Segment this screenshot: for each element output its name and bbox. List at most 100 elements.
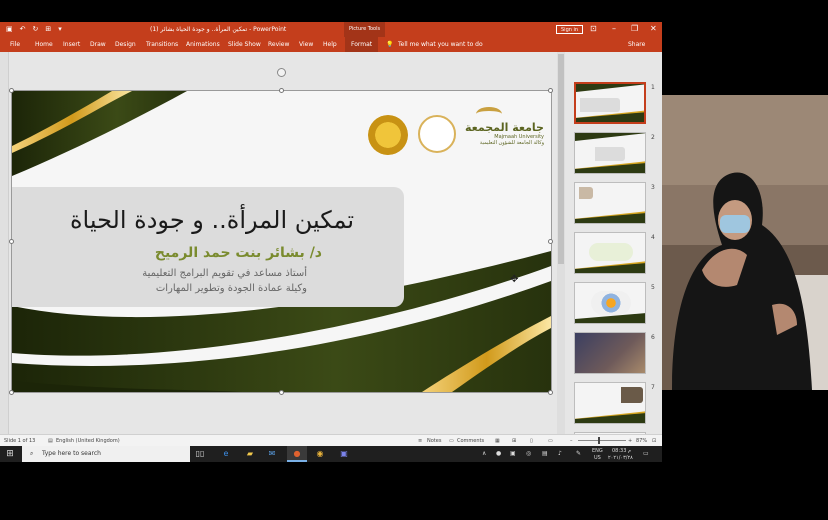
thumbnail-5[interactable]: 5 bbox=[566, 282, 662, 326]
clock-date[interactable]: ٢٠٢١/٠٣/٢٨ bbox=[608, 455, 633, 461]
taskbar-search[interactable]: ⌕ Type here to search bbox=[22, 446, 190, 462]
teams-icon[interactable]: ▣ bbox=[338, 448, 350, 460]
chevron-up-icon[interactable]: ∧ bbox=[482, 450, 486, 457]
ribbon-display-icon[interactable]: ⊡ bbox=[590, 24, 597, 33]
undo-icon[interactable]: ↶ bbox=[20, 25, 26, 33]
volume-icon[interactable]: ♪ bbox=[558, 450, 562, 457]
thumbnail-3[interactable]: 3 bbox=[566, 182, 662, 226]
slide-thumbnails-pane[interactable]: 1 2 3 4 5 6 7 8 bbox=[566, 52, 662, 434]
resize-handle[interactable] bbox=[279, 390, 284, 395]
powerpoint-window: ▣ ↶ ↻ ⊞ ▾ تمكين المرأة.. و جودة الحياة ب… bbox=[0, 22, 662, 446]
share-button[interactable]: Share bbox=[628, 41, 645, 48]
thumbnail-4[interactable]: 4 bbox=[566, 232, 662, 276]
save-icon[interactable]: ▣ bbox=[6, 25, 13, 33]
input-region[interactable]: US bbox=[594, 455, 601, 461]
tab-draw[interactable]: Draw bbox=[90, 41, 106, 48]
tab-insert[interactable]: Insert bbox=[63, 41, 80, 48]
thumbnail-image[interactable] bbox=[574, 232, 646, 274]
thumbnail-number: 7 bbox=[651, 384, 655, 391]
emblem-logo bbox=[368, 115, 408, 155]
sign-in-button[interactable]: Sign in bbox=[556, 25, 584, 34]
zoom-out-icon[interactable]: – bbox=[570, 438, 573, 444]
fit-slide-icon[interactable]: ⊡ bbox=[652, 438, 656, 444]
resize-handle[interactable] bbox=[548, 239, 553, 244]
move-cursor-icon: ✥ bbox=[510, 274, 519, 285]
comments-icon[interactable]: ▭ bbox=[449, 438, 454, 444]
maximize-icon[interactable]: ❐ bbox=[631, 24, 638, 33]
status-bar: Slide 1 of 13 ▤ English (United Kingdom)… bbox=[0, 434, 662, 446]
slide-canvas[interactable]: تمكين المرأة.. و جودة الحياة د/ بشائر بن… bbox=[11, 90, 552, 393]
tab-design[interactable]: Design bbox=[115, 41, 136, 48]
tab-slide-show[interactable]: Slide Show bbox=[228, 41, 261, 48]
tab-animations[interactable]: Animations bbox=[186, 41, 220, 48]
resize-handle[interactable] bbox=[9, 239, 14, 244]
resize-handle[interactable] bbox=[548, 390, 553, 395]
windows-start-icon[interactable]: ⊞ bbox=[4, 448, 16, 460]
tell-me-search[interactable]: Tell me what you want to do bbox=[398, 41, 483, 48]
close-icon[interactable]: ✕ bbox=[650, 24, 657, 33]
notes-icon[interactable]: ≡ bbox=[418, 438, 422, 444]
zoom-slider[interactable] bbox=[578, 437, 626, 444]
powerpoint-icon[interactable]: ● bbox=[291, 448, 303, 460]
slideshow-icon[interactable]: ▭ bbox=[548, 438, 553, 444]
thumbnail-image[interactable] bbox=[574, 282, 646, 324]
microphone-icon[interactable]: ● bbox=[496, 450, 501, 457]
pen-icon[interactable]: ✎ bbox=[576, 450, 581, 457]
vertical-ruler bbox=[0, 52, 9, 434]
slide-title[interactable]: تمكين المرأة.. و جودة الحياة bbox=[42, 206, 382, 234]
zoom-in-icon[interactable]: + bbox=[628, 438, 632, 444]
spellcheck-icon[interactable]: ▤ bbox=[48, 438, 53, 444]
thumbnail-7[interactable]: 7 bbox=[566, 382, 662, 426]
clock-time[interactable]: 08:33 م bbox=[612, 448, 631, 454]
thumbnail-image[interactable] bbox=[574, 382, 646, 424]
thumbnail-image[interactable] bbox=[574, 82, 646, 124]
tab-review[interactable]: Review bbox=[268, 41, 289, 48]
sync-icon[interactable]: ◎ bbox=[526, 450, 531, 457]
comments-button[interactable]: Comments bbox=[457, 438, 484, 444]
zoom-level[interactable]: 87% bbox=[636, 438, 647, 444]
mail-icon[interactable]: ✉ bbox=[266, 448, 278, 460]
file-explorer-icon[interactable]: ▰ bbox=[244, 448, 256, 460]
normal-view-icon[interactable]: ▦ bbox=[495, 438, 500, 444]
tab-help[interactable]: Help bbox=[323, 41, 337, 48]
search-icon: ⌕ bbox=[30, 450, 34, 457]
resize-handle[interactable] bbox=[279, 88, 284, 93]
thumbnail-6[interactable]: 6 bbox=[566, 332, 662, 376]
thumbnail-image[interactable] bbox=[574, 332, 646, 374]
presenter-role[interactable]: أستاذ مساعد في تقويم البرامج التعليمية و… bbox=[52, 266, 307, 296]
language-indicator[interactable]: English (United Kingdom) bbox=[56, 438, 120, 444]
present-icon[interactable]: ⊞ bbox=[45, 25, 51, 33]
thumbnail-2[interactable]: 2 bbox=[566, 132, 662, 176]
redo-icon[interactable]: ↻ bbox=[33, 25, 39, 33]
network-icon[interactable]: ▤ bbox=[542, 450, 548, 457]
rotate-handle-icon[interactable] bbox=[277, 68, 286, 77]
tab-file[interactable]: File bbox=[10, 41, 20, 48]
thumbnail-image[interactable] bbox=[574, 182, 646, 224]
scroll-thumb[interactable] bbox=[558, 54, 564, 264]
resize-handle[interactable] bbox=[548, 88, 553, 93]
slide-sorter-icon[interactable]: ⊞ bbox=[512, 438, 516, 444]
resize-handle[interactable] bbox=[9, 88, 14, 93]
tab-format[interactable]: Format bbox=[345, 37, 379, 52]
tab-transitions[interactable]: Transitions bbox=[146, 41, 178, 48]
reading-view-icon[interactable]: ▯ bbox=[530, 438, 533, 444]
resize-handle[interactable] bbox=[9, 390, 14, 395]
notifications-icon[interactable]: ▭ bbox=[643, 450, 649, 457]
thumbnail-image[interactable] bbox=[574, 132, 646, 174]
notes-button[interactable]: Notes bbox=[427, 438, 441, 444]
input-language[interactable]: ENG bbox=[592, 448, 603, 454]
thumbnail-1[interactable]: 1 bbox=[566, 82, 662, 126]
meet-icon[interactable]: ▣ bbox=[510, 450, 516, 457]
minimize-icon[interactable]: – bbox=[612, 24, 616, 33]
tab-home[interactable]: Home bbox=[35, 41, 53, 48]
zoom-slider-knob[interactable] bbox=[598, 437, 600, 444]
edge-icon[interactable]: e bbox=[220, 448, 232, 460]
presenter-name[interactable]: د/ بشائر بنت حمد الرميح bbox=[72, 245, 322, 261]
vertical-scrollbar[interactable] bbox=[557, 52, 565, 434]
chrome-icon[interactable]: ◉ bbox=[314, 448, 326, 460]
search-input[interactable]: Type here to search bbox=[42, 450, 101, 457]
university-name-ar: جامعة المجمعة bbox=[464, 121, 544, 134]
task-view-icon[interactable]: ▯▯ bbox=[194, 448, 206, 460]
customize-icon[interactable]: ▾ bbox=[58, 25, 62, 33]
tab-view[interactable]: View bbox=[299, 41, 313, 48]
